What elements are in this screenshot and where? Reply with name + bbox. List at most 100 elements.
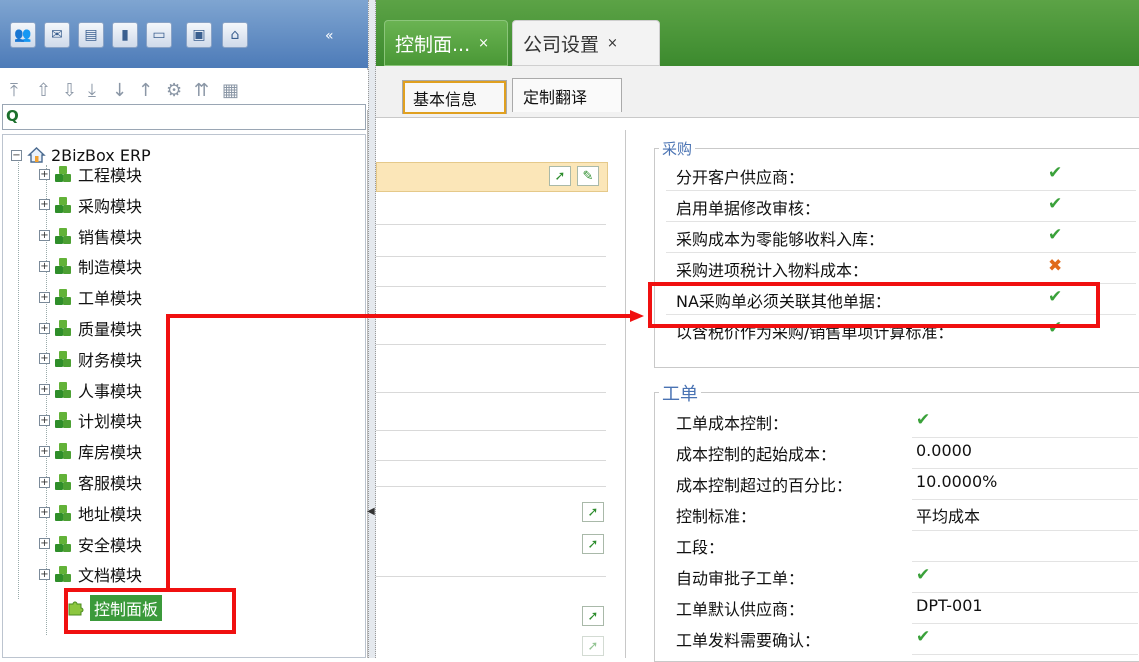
checkmark-icon[interactable]: ✔ [916, 410, 930, 430]
expand-all-icon[interactable]: ⚙ [166, 80, 182, 101]
module-icon [55, 566, 72, 583]
expand-toggle-icon[interactable]: + [39, 568, 50, 580]
window-icon[interactable]: ▭ [146, 22, 172, 48]
expand-toggle-icon[interactable]: + [39, 322, 50, 334]
tree-item-module[interactable]: + 销售模块 [39, 221, 142, 251]
jump-arrow-icon[interactable]: ➚ [582, 502, 604, 522]
move-up-icon[interactable]: ⇧ [36, 80, 51, 101]
expand-toggle-icon[interactable]: + [39, 538, 50, 550]
checkmark-icon[interactable]: ✔ [916, 565, 930, 585]
tree-item-label: 人事模块 [78, 381, 143, 401]
monitor-icon[interactable]: ▣ [186, 22, 212, 48]
move-top-icon[interactable]: ⤒ [10, 80, 18, 101]
checkmark-icon[interactable]: ✔ [916, 627, 930, 647]
tree-item-label: 财务模块 [78, 350, 143, 370]
sort-ascending-icon[interactable]: ↓ [112, 80, 127, 101]
jump-arrow-icon[interactable]: ➚ [582, 534, 604, 554]
jump-arrow-icon[interactable]: ➚ [582, 636, 604, 656]
subtab-basic-info[interactable]: 基本信息 [402, 80, 507, 114]
properties-icon[interactable]: ▦ [222, 80, 239, 101]
setting-value[interactable]: DPT-001 [916, 596, 983, 615]
mail-icon[interactable]: ✉ [44, 22, 70, 48]
expand-toggle-icon[interactable]: + [39, 291, 50, 303]
tree-item-module[interactable]: + 计划模块 [39, 405, 142, 435]
document-tabbar: 控制面... × 公司设置 × [376, 0, 1139, 66]
tree-item-module[interactable]: + 财务模块 [39, 344, 142, 374]
collapse-panel-icon[interactable]: « [325, 28, 334, 44]
tree-item-label: 工单模块 [78, 289, 143, 309]
splitter-arrow-icon[interactable]: ◀ [367, 506, 375, 517]
navigation-panel: 👥 ✉ ▤ ▮ ▭ ▣ ⌂ « ⤒ ⇧ ⇩ ⤓ ↓ ↑ ⚙ ⇈ ▦ Q − 2B… [0, 0, 368, 658]
tree-item-module[interactable]: + 文档模块 [39, 559, 142, 589]
tree-item-module[interactable]: + 安全模块 [39, 529, 142, 559]
tree-item-label: 制造模块 [78, 258, 143, 278]
sort-descending-icon[interactable]: ↑ [138, 80, 153, 101]
home-icon[interactable]: ⌂ [222, 22, 248, 48]
chart-icon[interactable]: ▮ [112, 22, 138, 48]
expand-toggle-icon[interactable]: + [39, 260, 50, 272]
setting-value[interactable]: 0.0000 [916, 441, 972, 460]
collapse-toggle-icon[interactable]: − [11, 149, 22, 161]
module-icon [55, 227, 72, 244]
expand-toggle-icon[interactable]: + [39, 168, 50, 180]
tree-item-module[interactable]: + 地址模块 [39, 498, 142, 528]
setting-label: 工单成本控制： [676, 414, 789, 433]
expand-toggle-icon[interactable]: + [39, 384, 50, 396]
users-icon[interactable]: 👥 [10, 22, 36, 48]
setting-value[interactable]: 平均成本 [916, 503, 980, 527]
module-icon [55, 196, 72, 213]
section-title: 工单 [659, 380, 701, 406]
jump-arrow-icon[interactable]: ➚ [549, 166, 571, 186]
tree-item-module[interactable]: + 客服模块 [39, 467, 142, 497]
move-down-icon[interactable]: ⇩ [62, 80, 77, 101]
edit-icon[interactable]: ✎ [577, 166, 599, 186]
setting-label: 成本控制超过的百分比： [676, 476, 853, 495]
subtab-custom-translation[interactable]: 定制翻译 [512, 78, 622, 112]
expand-toggle-icon[interactable]: + [39, 476, 50, 488]
highlighted-field[interactable]: ➚ ✎ [376, 162, 608, 192]
field-column: ➚ ✎ ➚ ➚ ➚ ➚ [376, 130, 626, 658]
connector-vertical [166, 314, 170, 590]
setting-value[interactable]: 10.0000% [916, 472, 997, 491]
document-icon[interactable]: ▤ [78, 22, 104, 48]
collapse-all-icon[interactable]: ⇈ [194, 80, 209, 101]
expand-toggle-icon[interactable]: + [39, 353, 50, 365]
checkmark-icon[interactable]: ✔ [1048, 194, 1062, 214]
setting-label: 分开客户供应商： [676, 168, 805, 187]
tree-item-module[interactable]: + 制造模块 [39, 251, 142, 281]
tree-item-label: 文档模块 [78, 566, 143, 586]
tab-company-settings[interactable]: 公司设置 × [512, 20, 660, 66]
jump-arrow-icon[interactable]: ➚ [582, 606, 604, 626]
tab-control-panel[interactable]: 控制面... × [384, 20, 508, 66]
tree-item-label: 质量模块 [78, 320, 143, 339]
tree-item-module[interactable]: + 采购模块 [39, 190, 142, 220]
cross-icon[interactable]: ✖ [1048, 256, 1062, 276]
expand-toggle-icon[interactable]: + [39, 507, 50, 519]
tab-label: 控制面... [395, 33, 471, 56]
module-icon [55, 289, 72, 306]
tree-item-module[interactable]: + 工单模块 [39, 282, 142, 312]
expand-toggle-icon[interactable]: + [39, 414, 50, 426]
setting-label: 自动审批子工单： [676, 569, 805, 588]
module-icon [55, 412, 72, 429]
checkmark-icon[interactable]: ✔ [1048, 225, 1062, 245]
tree-item-module[interactable]: + 库房模块 [39, 436, 142, 466]
checkmark-icon[interactable]: ✔ [1048, 163, 1062, 183]
module-icon [55, 535, 72, 552]
tree-item-module[interactable]: + 质量模块 [39, 313, 142, 343]
tree-item-module[interactable]: + 工程模块 [39, 159, 142, 189]
close-icon[interactable]: × [478, 36, 489, 51]
highlight-box-na-purchase [648, 282, 1100, 328]
tree-search-input[interactable]: Q [2, 104, 366, 130]
module-icon [55, 320, 72, 336]
tree-item-module[interactable]: + 人事模块 [39, 375, 142, 405]
setting-label: 启用单据修改审核： [676, 199, 821, 218]
expand-toggle-icon[interactable]: + [39, 230, 50, 242]
expand-toggle-icon[interactable]: + [39, 199, 50, 211]
expand-toggle-icon[interactable]: + [39, 445, 50, 457]
setting-label: 控制标准： [676, 507, 757, 526]
close-icon[interactable]: × [607, 36, 618, 51]
setting-label: 采购成本为零能够收料入库： [676, 230, 885, 249]
panel-splitter[interactable]: ◀ [367, 0, 376, 658]
move-bottom-icon[interactable]: ⤓ [88, 80, 96, 101]
